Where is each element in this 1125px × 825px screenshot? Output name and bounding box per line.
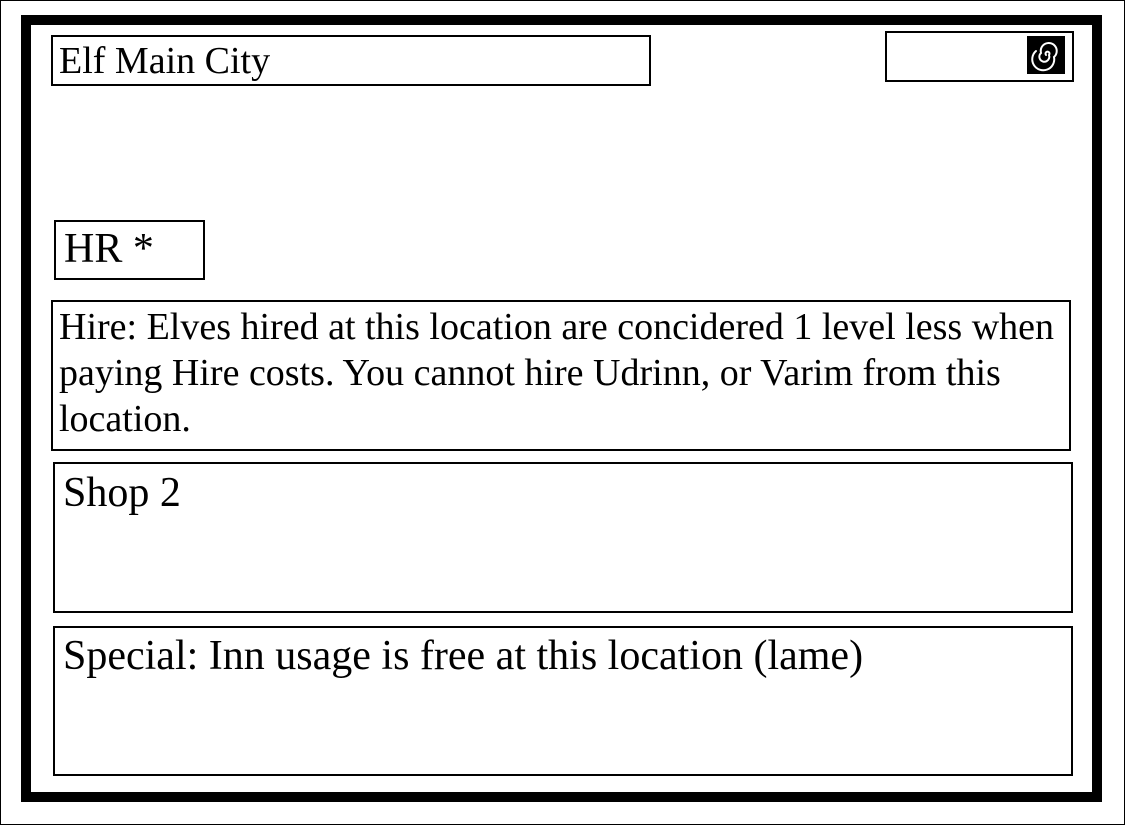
- location-title: Elf Main City: [51, 35, 651, 86]
- special-rule-text: Special: Inn usage is free at this locat…: [53, 626, 1073, 776]
- hire-rule-text: Hire: Elves hired at this location are c…: [51, 300, 1071, 451]
- spiral-icon: [1027, 36, 1065, 74]
- hr-label: HR *: [54, 220, 205, 280]
- shop-label: Shop 2: [53, 462, 1073, 613]
